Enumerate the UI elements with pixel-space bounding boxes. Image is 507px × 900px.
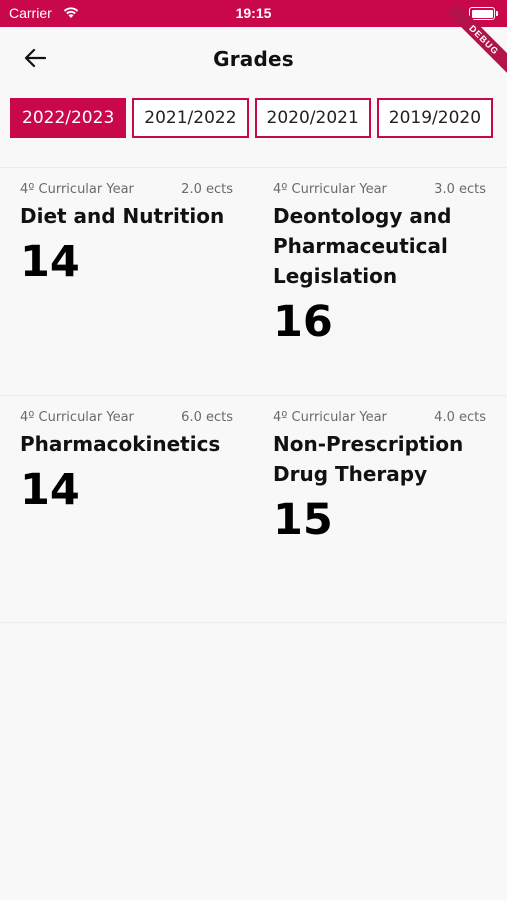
tab-2022-2023[interactable]: 2022/2023 (10, 98, 127, 138)
grades-row: 4º Curricular Year 6.0 ects Pharmacokine… (0, 395, 507, 623)
app-bar: Grades (0, 27, 507, 91)
course-meta: 4º Curricular Year 4.0 ects (273, 410, 486, 425)
curricular-year: 4º Curricular Year (20, 410, 134, 425)
course-card[interactable]: 4º Curricular Year 3.0 ects Deontology a… (253, 168, 506, 395)
year-tabs: 2022/2023 2021/2022 2020/2021 2019/2020 (10, 98, 494, 138)
course-meta: 4º Curricular Year 6.0 ects (20, 410, 233, 425)
tab-2020-2021[interactable]: 2020/2021 (254, 98, 371, 138)
curricular-year: 4º Curricular Year (273, 410, 387, 425)
course-grade: 14 (20, 237, 80, 287)
grades-row: 4º Curricular Year 2.0 ects Diet and Nut… (0, 167, 507, 395)
tab-2021-2022[interactable]: 2021/2022 (132, 98, 249, 138)
ects-value: 4.0 ects (434, 410, 486, 425)
course-card[interactable]: 4º Curricular Year 4.0 ects Non-Prescrip… (253, 396, 506, 622)
curricular-year: 4º Curricular Year (273, 182, 387, 197)
course-grade: 15 (273, 495, 333, 545)
course-name: Diet and Nutrition (20, 204, 225, 228)
course-grade: 14 (20, 465, 80, 515)
course-card[interactable]: 4º Curricular Year 6.0 ects Pharmacokine… (0, 396, 253, 622)
course-name: Non-Prescription Drug Therapy (273, 432, 464, 486)
curricular-year: 4º Curricular Year (20, 182, 134, 197)
ects-value: 2.0 ects (181, 182, 233, 197)
status-bar: Carrier 19:15 (0, 0, 507, 27)
tab-2019-2020[interactable]: 2019/2020 (376, 98, 494, 138)
course-name: Pharmacokinetics (20, 432, 221, 456)
course-grade: 16 (273, 297, 333, 347)
grades-grid: 4º Curricular Year 2.0 ects Diet and Nut… (0, 167, 507, 623)
course-meta: 4º Curricular Year 2.0 ects (20, 182, 233, 197)
ects-value: 3.0 ects (434, 182, 486, 197)
page-title: Grades (213, 47, 294, 71)
ects-value: 6.0 ects (181, 410, 233, 425)
clock: 19:15 (235, 5, 272, 21)
course-card[interactable]: 4º Curricular Year 2.0 ects Diet and Nut… (0, 168, 253, 395)
course-meta: 4º Curricular Year 3.0 ects (273, 182, 486, 197)
course-name: Deontology and Pharmaceutical Legislatio… (273, 204, 452, 288)
